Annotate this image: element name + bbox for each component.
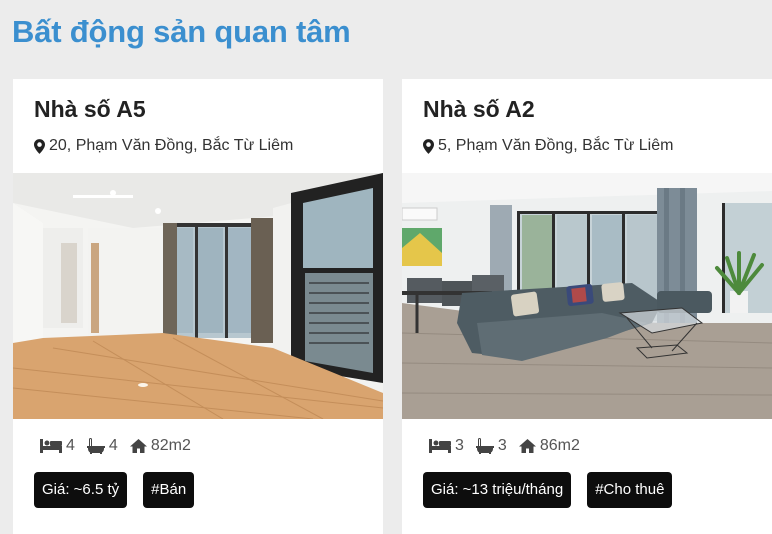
price-tag[interactable]: Giá: ~13 triệu/tháng [423, 472, 572, 508]
bathroom-count: 4 [108, 437, 118, 454]
property-card-a5[interactable]: Nhà số A5 20, Phạm Văn Đồng, Bắc Từ Liêm [13, 79, 383, 534]
bathroom-spec: 4 [86, 437, 118, 455]
property-title[interactable]: Nhà số A2 [423, 96, 535, 123]
area-spec: 82m2 [129, 437, 191, 455]
property-title[interactable]: Nhà số A5 [34, 96, 146, 123]
page: Bất động sản quan tâm Nhà số A5 20, Phạm… [0, 0, 772, 534]
property-specs: 3 3 86m2 [429, 437, 592, 455]
bedroom-spec: 4 [40, 437, 75, 455]
home-icon [129, 439, 147, 453]
type-tag[interactable]: #Cho thuê [587, 472, 673, 508]
address-text: 5, Phạm Văn Đồng, Bắc Từ Liêm [438, 137, 674, 154]
area-value: 82m2 [150, 437, 191, 454]
home-icon [518, 439, 536, 453]
property-address: 5, Phạm Văn Đồng, Bắc Từ Liêm [423, 137, 673, 155]
property-tags: Giá: ~13 triệu/tháng #Cho thuê [423, 472, 673, 508]
property-photo[interactable] [13, 173, 383, 419]
bedroom-spec: 3 [429, 437, 464, 455]
bed-icon [429, 439, 451, 453]
map-marker-icon [34, 138, 45, 154]
bathroom-count: 3 [497, 437, 507, 454]
price-tag[interactable]: Giá: ~6.5 tỷ [34, 472, 128, 508]
property-address: 20, Phạm Văn Đồng, Bắc Từ Liêm [34, 137, 293, 155]
section-title: Bất động sản quan tâm [12, 14, 351, 49]
bath-icon [475, 438, 494, 454]
area-spec: 86m2 [518, 437, 580, 455]
bath-icon [86, 438, 105, 454]
address-text: 20, Phạm Văn Đồng, Bắc Từ Liêm [49, 137, 294, 154]
property-tags: Giá: ~6.5 tỷ #Bán [34, 472, 195, 508]
type-tag[interactable]: #Bán [143, 472, 195, 508]
bathroom-spec: 3 [475, 437, 507, 455]
area-value: 86m2 [539, 437, 580, 454]
bedroom-count: 3 [455, 437, 464, 454]
bed-icon [40, 439, 62, 453]
property-photo[interactable] [402, 173, 772, 419]
bedroom-count: 4 [66, 437, 75, 454]
property-specs: 4 4 82m2 [40, 437, 203, 455]
map-marker-icon [423, 138, 434, 154]
property-card-a2[interactable]: Nhà số A2 5, Phạm Văn Đồng, Bắc Từ Liêm [402, 79, 772, 534]
